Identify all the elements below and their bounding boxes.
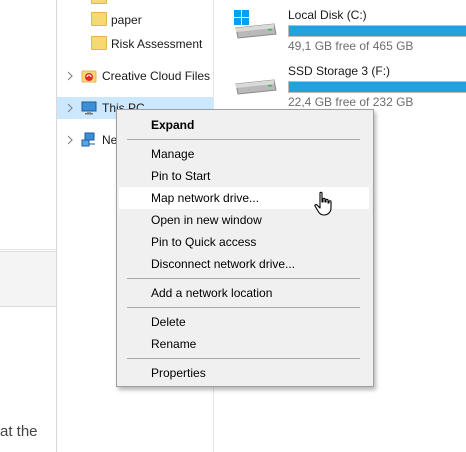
menu-item-expand[interactable]: Expand — [119, 114, 369, 136]
nav-item-paper[interactable]: paper — [57, 9, 213, 31]
menu-separator — [127, 139, 360, 140]
folder-icon — [91, 0, 107, 4]
menu-item-pin-to-start[interactable]: Pin to Start — [119, 165, 369, 187]
menu-item-rename[interactable]: Rename — [119, 333, 369, 355]
drive-name: SSD Storage 3 (F:) — [288, 64, 391, 78]
menu-item-disconnect-network-drive[interactable]: Disconnect network drive... — [119, 253, 369, 275]
nav-item-label: Creative Cloud Files — [102, 69, 211, 83]
drive-usage-fill — [289, 26, 466, 36]
background-page: at the — [0, 0, 56, 452]
menu-item-label: Map network drive... — [151, 191, 260, 205]
drive-free-space: 49,1 GB free of 465 GB — [288, 39, 414, 53]
menu-item-label: Delete — [151, 315, 186, 329]
drive-free-space: 22,4 GB free of 232 GB — [288, 95, 414, 109]
menu-separator — [127, 278, 360, 279]
context-menu: Expand Manage Pin to Start Map network d… — [116, 109, 374, 387]
page-divider — [0, 249, 56, 250]
menu-item-add-network-location[interactable]: Add a network location — [119, 282, 369, 304]
drive-tile-c[interactable]: Local Disk (C:) 49,1 GB free of 465 GB — [234, 0, 466, 53]
menu-item-label: Disconnect network drive... — [151, 257, 296, 271]
drive-icon — [235, 79, 277, 95]
drive-name: Local Disk (C:) — [288, 8, 367, 22]
menu-item-manage[interactable]: Manage — [119, 143, 369, 165]
chevron-right-icon[interactable] — [65, 102, 75, 114]
windows-drive-icon — [234, 10, 277, 39]
menu-item-delete[interactable]: Delete — [119, 311, 369, 333]
drive-usage-bar — [288, 81, 466, 93]
folder-icon — [91, 12, 107, 26]
computer-icon — [81, 101, 97, 115]
creative-cloud-icon — [81, 70, 97, 83]
menu-item-label: Pin to Quick access — [151, 235, 257, 249]
network-icon — [81, 132, 95, 147]
drive-usage-bar — [288, 25, 466, 37]
nav-item-risk-assessment[interactable]: Risk Assessment — [57, 33, 213, 55]
chevron-right-icon[interactable] — [65, 70, 75, 82]
hand-pointer-cursor-icon — [314, 191, 332, 216]
nav-item-creative-cloud-files[interactable]: Creative Cloud Files — [57, 65, 213, 87]
chevron-right-icon[interactable] — [65, 134, 75, 146]
menu-item-pin-to-quick-access[interactable]: Pin to Quick access — [119, 231, 369, 253]
nav-item-label: paper — [111, 13, 142, 27]
drive-usage-fill — [289, 82, 466, 92]
nav-item-label: Risk Assessment — [111, 37, 203, 51]
menu-item-label: Open in new window — [151, 213, 262, 227]
folder-icon — [91, 36, 107, 50]
menu-item-label: Expand — [151, 118, 195, 132]
menu-item-properties[interactable]: Properties — [119, 362, 369, 384]
menu-separator — [127, 358, 360, 359]
drive-tile-f[interactable]: SSD Storage 3 (F:) 22,4 GB free of 232 G… — [234, 56, 466, 109]
menu-separator — [127, 307, 360, 308]
menu-item-label: Add a network location — [151, 286, 273, 300]
menu-item-label: Properties — [151, 366, 206, 380]
menu-item-label: Rename — [151, 337, 197, 351]
nav-item-partial[interactable] — [57, 0, 213, 9]
menu-item-label: Pin to Start — [151, 169, 211, 183]
menu-item-label: Manage — [151, 147, 195, 161]
page-partial-text: at the — [0, 423, 38, 440]
page-band — [0, 251, 56, 307]
